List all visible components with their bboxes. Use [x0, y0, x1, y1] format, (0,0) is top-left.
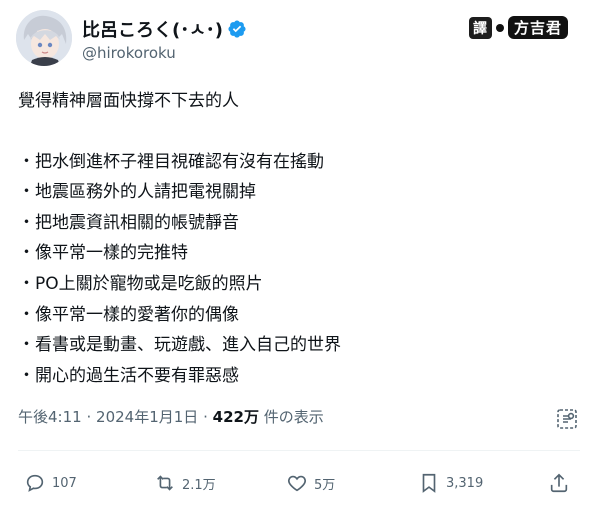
repost-icon [157, 475, 173, 491]
like-button[interactable]: 5万 [286, 472, 335, 494]
bookmark-count: 3,319 [446, 475, 484, 491]
views-label: 件の表示 [263, 408, 324, 426]
avatar[interactable] [16, 10, 72, 66]
views-count: 422万 [212, 408, 259, 426]
meta-separator: · [86, 408, 92, 426]
user-handle[interactable]: @hirokoroku [82, 44, 176, 62]
share-icon [550, 473, 568, 493]
avatar-image [16, 10, 72, 66]
tweet-line: ・開心的過生活不要有罪惡感 [18, 365, 239, 386]
display-name[interactable]: 比呂ころく(･ㅅ･) [82, 16, 223, 42]
tweet-line: ・看書或是動畫、玩遊戲、進入自己的世界 [18, 335, 341, 356]
bookmark-icon [422, 473, 436, 493]
translator-watermark: 譯 方吉君 [468, 16, 568, 39]
tweet-line: ・像平常一樣的愛著你的偶像 [18, 304, 239, 325]
meta-separator: · [203, 408, 208, 426]
tweet-line: ・PO上關於寵物或是吃飯的照片 [18, 273, 263, 294]
tweet-meta: 午後4:11 · 2024年1月1日 · 422万 件の表示 [18, 406, 324, 427]
tweet-time[interactable]: 午後4:11 [18, 408, 82, 426]
tweet-line: ・把水倒進杯子裡目視確認有沒有在搖動 [18, 151, 324, 172]
tweet-actions: 107 2.1万 5万 3,319 [18, 466, 580, 502]
repost-button[interactable]: 2.1万 [154, 472, 216, 494]
reply-icon [26, 474, 44, 492]
tweet-text: 覺得精神層面快撐不下去的人 ・把水倒進杯子裡目視確認有沒有在搖動 ・地震區務外的… [18, 86, 578, 391]
watermark-part1: 譯 [468, 16, 492, 39]
bookmark-button[interactable]: 3,319 [418, 472, 483, 494]
grok-analyze-icon[interactable] [555, 407, 579, 431]
reply-count: 107 [52, 475, 77, 491]
tweet-line: 覺得精神層面快撐不下去的人 [18, 91, 239, 111]
tweet-line: ・像平常一樣的完推特 [18, 243, 188, 264]
watermark-part2: 方吉君 [507, 16, 568, 39]
tweet-date[interactable]: 2024年1月1日 [96, 408, 198, 426]
heart-icon [288, 475, 306, 492]
watermark-dot-icon [495, 23, 504, 32]
verified-badge-icon [227, 19, 247, 39]
tweet-line: ・把地震資訊相關的帳號靜音 [18, 212, 239, 233]
tweet-line: ・地震區務外的人請把電視關掉 [18, 182, 256, 203]
divider [18, 450, 580, 451]
share-button[interactable] [548, 472, 570, 494]
reply-button[interactable]: 107 [24, 472, 77, 494]
repost-count: 2.1万 [182, 477, 216, 493]
like-count: 5万 [314, 477, 336, 493]
name-row: 比呂ころく(･ㅅ･) [82, 16, 247, 42]
